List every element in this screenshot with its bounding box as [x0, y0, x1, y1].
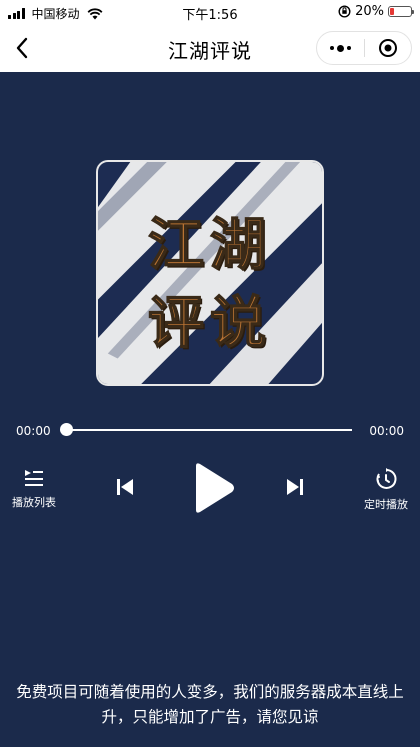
nav-bar: 江湖评说	[0, 24, 420, 72]
cover-title-line1: 江湖	[147, 212, 272, 279]
previous-button[interactable]	[112, 474, 138, 500]
timer-label: 定时播放	[364, 498, 408, 511]
play-button[interactable]	[188, 460, 236, 516]
progress-slider[interactable]	[66, 429, 352, 431]
progress-thumb[interactable]	[60, 423, 73, 436]
target-circle-icon	[378, 39, 397, 57]
status-right: 20%	[338, 4, 414, 19]
cover-title-line2: 评说	[147, 290, 272, 357]
playlist-button[interactable]: 播放列表	[8, 468, 60, 510]
orientation-lock-icon	[338, 5, 351, 18]
album-cover: 江湖 评说	[96, 160, 324, 386]
playlist-icon	[25, 470, 43, 486]
current-time: 00:00	[16, 424, 51, 438]
timer-button[interactable]: 定时播放	[360, 468, 412, 512]
more-dots-icon	[329, 44, 351, 52]
playlist-label: 播放列表	[12, 496, 56, 509]
ad-notice: 免费项目可随着使用的人变多，我们的服务器成本直线上升，只能增加了广告，请您见谅	[16, 683, 404, 726]
next-button[interactable]	[282, 474, 308, 500]
total-time: 00:00	[369, 424, 404, 438]
play-icon	[196, 463, 234, 513]
battery-fill	[390, 8, 394, 15]
skip-next-icon	[287, 479, 303, 495]
more-button[interactable]	[317, 32, 364, 64]
skip-previous-icon	[117, 479, 133, 495]
mini-program-capsule	[316, 31, 412, 65]
timer-icon	[376, 468, 397, 489]
status-bar: 中国移动 下午1:56 20%	[0, 0, 420, 24]
close-button[interactable]	[365, 32, 412, 64]
battery-icon	[388, 6, 414, 17]
battery-percent: 20%	[355, 4, 384, 19]
